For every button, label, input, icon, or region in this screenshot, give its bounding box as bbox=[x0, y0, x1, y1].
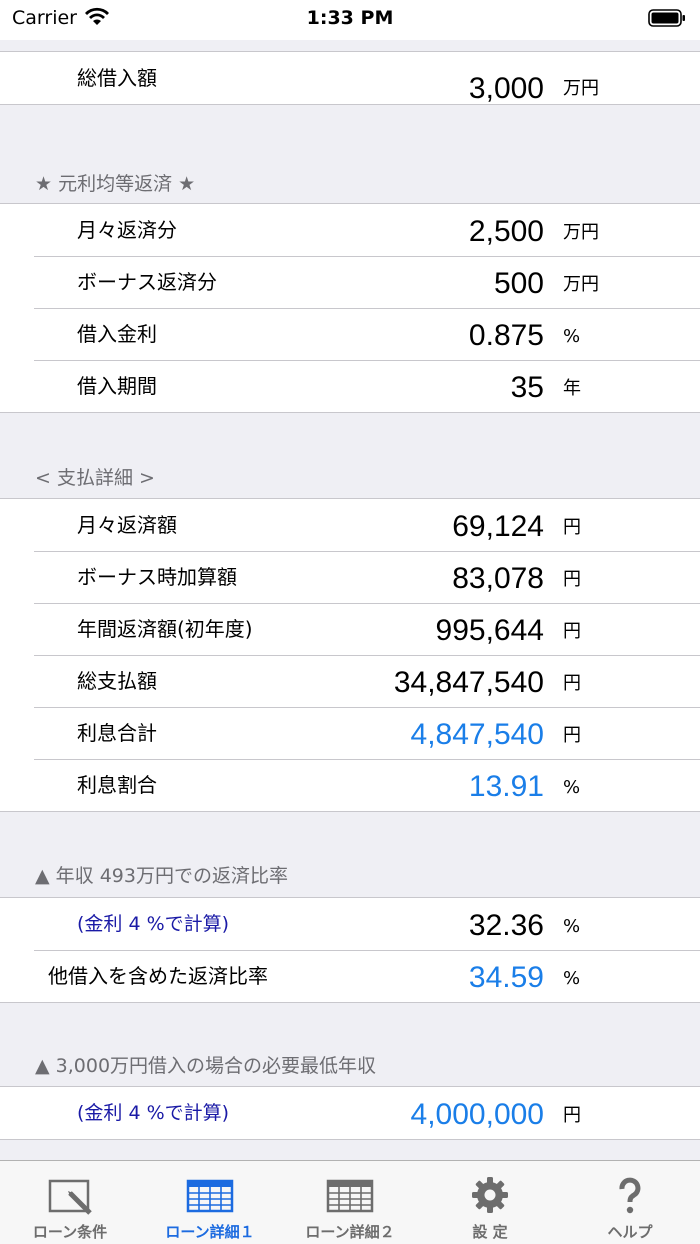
row-label: (金利 4 %で計算) bbox=[77, 913, 230, 935]
row-label: 利息割合 bbox=[77, 773, 157, 797]
tab-loan-detail-2[interactable]: ローン詳細２ bbox=[280, 1161, 420, 1244]
repayment-ratio-header: ▲ 年収 493万円での返済比率 bbox=[35, 865, 288, 887]
list-item: 月々返済額 69,124 円 bbox=[0, 499, 700, 551]
row-unit: % bbox=[563, 326, 581, 347]
tab-label: ヘルプ bbox=[607, 1223, 653, 1241]
row-value: 995,644 bbox=[435, 614, 544, 647]
row-label: 月々返済額 bbox=[77, 513, 177, 537]
row-unit: 円 bbox=[563, 621, 581, 642]
row-value: 0.875 bbox=[468, 319, 544, 352]
list-item: ボーナス時加算額 83,078 円 bbox=[0, 551, 700, 603]
row-value: 69,124 bbox=[452, 510, 544, 543]
list-item: ボーナス返済分 500 万円 bbox=[0, 256, 700, 308]
row-unit: 円 bbox=[563, 1105, 581, 1126]
list-item: 総支払額 34,847,540 円 bbox=[0, 655, 700, 707]
list-item: 年間返済額(初年度) 995,644 円 bbox=[0, 603, 700, 655]
tab-label: 設 定 bbox=[472, 1223, 508, 1241]
row-value: 34.59 bbox=[468, 961, 544, 994]
row-unit: 万円 bbox=[563, 222, 599, 243]
row-value: 83,078 bbox=[452, 562, 544, 595]
row-unit: % bbox=[563, 777, 581, 798]
list-item: (金利 4 %で計算) 32.36 % bbox=[0, 898, 700, 950]
row-label: 年間返済額(初年度) bbox=[77, 617, 253, 641]
total-loan-row: 総借入額 3,000 万円 bbox=[0, 52, 700, 105]
tab-label: ローン条件 bbox=[32, 1223, 108, 1241]
status-time: 1:33 PM bbox=[306, 7, 394, 29]
row-unit: % bbox=[563, 916, 581, 937]
row-unit: 円 bbox=[563, 725, 581, 746]
row-value: 35 bbox=[510, 371, 544, 404]
row-value: 500 bbox=[493, 267, 544, 300]
table-icon bbox=[186, 1179, 234, 1213]
payment-detail-section: 月々返済額 69,124 円 ボーナス時加算額 83,078 円 年間返済額(初… bbox=[0, 498, 700, 812]
total-section: 総借入額 3,000 万円 bbox=[0, 51, 700, 105]
row-unit: 円 bbox=[563, 673, 581, 694]
row-value: 3,000 bbox=[468, 72, 544, 105]
battery-icon bbox=[648, 9, 685, 27]
row-unit: 円 bbox=[563, 517, 581, 538]
row-unit: 円 bbox=[563, 569, 581, 590]
list-item: 借入期間 35 年 bbox=[0, 360, 700, 412]
tab-settings[interactable]: 設 定 bbox=[420, 1161, 560, 1244]
equal-repayment-header: ★ 元利均等返済 ★ bbox=[35, 173, 196, 195]
list-item: 借入金利 0.875 % bbox=[0, 308, 700, 360]
row-label: 借入金利 bbox=[77, 322, 157, 346]
list-item: 他借入を含めた返済比率 34.59 % bbox=[0, 950, 700, 1002]
status-bar: Carrier 1:33 PM bbox=[0, 0, 700, 40]
row-unit: 万円 bbox=[563, 274, 599, 295]
tab-loan-conditions[interactable]: ローン条件 bbox=[0, 1161, 140, 1244]
list-item: 利息割合 13.91 % bbox=[0, 759, 700, 811]
row-label: 他借入を含めた返済比率 bbox=[48, 964, 268, 988]
table-icon bbox=[326, 1179, 374, 1213]
row-label: 総支払額 bbox=[77, 669, 157, 693]
list-item: 利息合計 4,847,540 円 bbox=[0, 707, 700, 759]
row-label: (金利 4 %で計算) bbox=[77, 1102, 230, 1124]
row-unit: 年 bbox=[563, 378, 581, 399]
row-unit: 万円 bbox=[563, 78, 599, 99]
row-label: ボーナス返済分 bbox=[77, 270, 217, 294]
minimum-income-header: ▲ 3,000万円借入の場合の必要最低年収 bbox=[35, 1055, 377, 1077]
gear-icon bbox=[472, 1177, 508, 1213]
row-unit: % bbox=[563, 968, 581, 989]
payment-detail-header: < 支払詳細 > bbox=[35, 467, 155, 489]
row-label: 総借入額 bbox=[77, 66, 157, 90]
tab-help[interactable]: ヘルプ bbox=[560, 1161, 700, 1244]
row-value: 2,500 bbox=[468, 215, 544, 248]
tab-bar: ローン条件 ローン詳細１ ローン詳細２ 設 定 ヘルプ bbox=[0, 1160, 700, 1244]
list-item: (金利 4 %で計算) 4,000,000 円 bbox=[0, 1087, 700, 1139]
row-label: 借入期間 bbox=[77, 374, 157, 398]
tab-label: ローン詳細２ bbox=[305, 1223, 395, 1241]
row-value: 4,847,540 bbox=[410, 718, 544, 751]
row-value: 13.91 bbox=[468, 770, 544, 803]
tab-loan-detail-1[interactable]: ローン詳細１ bbox=[140, 1161, 280, 1244]
edit-icon bbox=[48, 1179, 92, 1215]
tab-label: ローン詳細１ bbox=[165, 1223, 255, 1241]
row-value: 34,847,540 bbox=[393, 666, 544, 699]
repayment-ratio-section: (金利 4 %で計算) 32.36 % 他借入を含めた返済比率 34.59 % bbox=[0, 897, 700, 1003]
list-item: 月々返済分 2,500 万円 bbox=[0, 204, 700, 256]
row-label: 月々返済分 bbox=[77, 218, 177, 242]
row-label: ボーナス時加算額 bbox=[77, 565, 237, 589]
row-label: 利息合計 bbox=[77, 721, 157, 745]
row-value: 32.36 bbox=[468, 909, 544, 942]
equal-repayment-section: 月々返済分 2,500 万円 ボーナス返済分 500 万円 借入金利 0.875… bbox=[0, 203, 700, 413]
minimum-income-section: (金利 4 %で計算) 4,000,000 円 bbox=[0, 1086, 700, 1140]
row-value: 4,000,000 bbox=[410, 1098, 544, 1131]
question-icon bbox=[619, 1177, 641, 1214]
